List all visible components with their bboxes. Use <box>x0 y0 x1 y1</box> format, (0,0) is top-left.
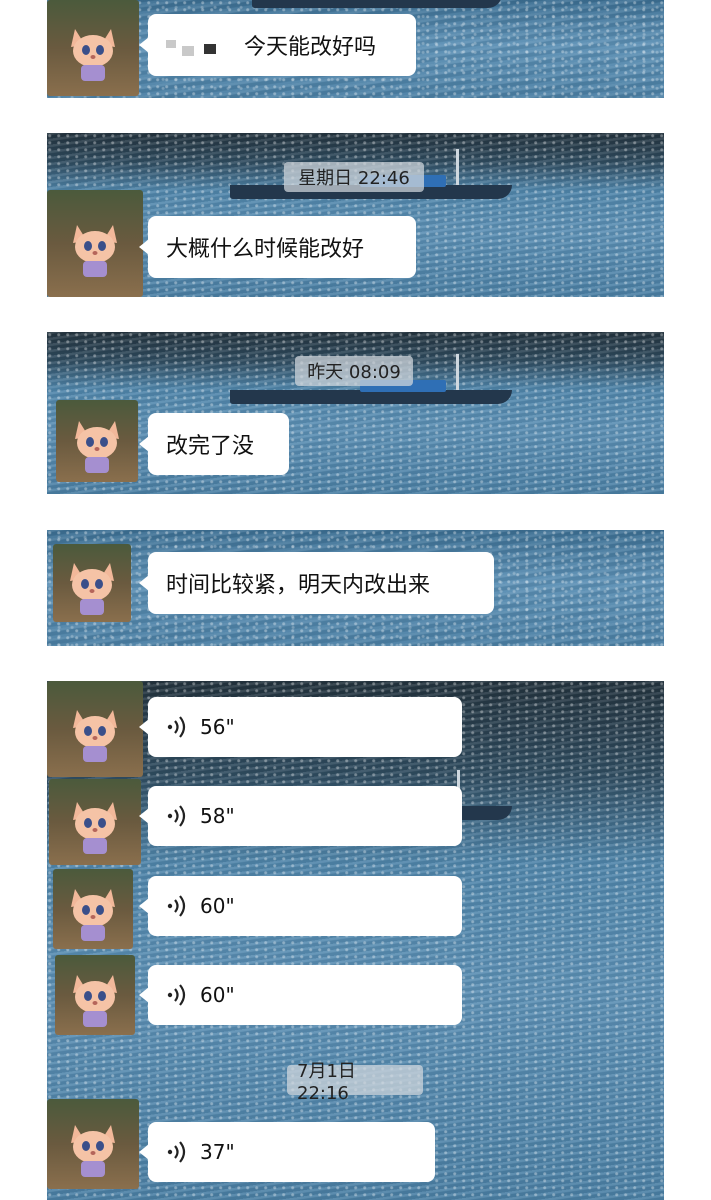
fox-avatar-icon <box>71 28 115 81</box>
message-bubble[interactable]: 时间比较紧，明天内改出来 <box>139 552 494 614</box>
voice-wave-icon <box>167 716 186 738</box>
voice-wave-icon <box>167 984 186 1006</box>
chat-panel-3: 昨天 08:09 改完了没 <box>47 332 664 494</box>
message-bubble[interactable]: 大概什么时候能改好 <box>139 216 416 278</box>
voice-wave-icon <box>167 805 186 827</box>
avatar[interactable] <box>47 190 143 297</box>
voice-duration: 56" <box>200 715 235 739</box>
boat-decoration <box>230 354 512 404</box>
avatar[interactable] <box>47 1099 139 1189</box>
voice-duration: 37" <box>200 1140 235 1164</box>
avatar[interactable] <box>49 779 141 865</box>
voice-duration: 60" <box>200 983 235 1007</box>
voice-message[interactable]: 58" <box>139 786 462 846</box>
timestamp: 昨天 08:09 <box>295 356 413 386</box>
fox-avatar-icon <box>71 1124 115 1177</box>
avatar[interactable] <box>47 0 139 96</box>
avatar[interactable] <box>55 955 135 1035</box>
chat-panel-1: 今天能改好吗 <box>47 0 664 98</box>
message-bubble[interactable]: 改完了没 <box>139 413 289 475</box>
avatar[interactable] <box>53 544 131 622</box>
message-text: 今天能改好吗 <box>244 35 377 60</box>
voice-message[interactable]: 60" <box>139 965 462 1025</box>
timestamp: 星期日 22:46 <box>284 162 424 192</box>
message-text: 时间比较紧，明天内改出来 <box>166 573 431 598</box>
chat-panel-2: 星期日 22:46 大概什么时候能改好 <box>47 133 664 297</box>
chat-panel-5: 56" 58" 60" 60" 7月1日 22:16 37" <box>47 681 664 1200</box>
chat-panel-4: 时间比较紧，明天内改出来 <box>47 530 664 646</box>
voice-wave-icon <box>167 895 186 917</box>
avatar[interactable] <box>53 869 133 949</box>
fox-avatar-icon <box>71 889 115 941</box>
boat-decoration <box>252 0 502 8</box>
message-bubble[interactable]: 今天能改好吗 <box>139 14 416 76</box>
voice-message[interactable]: 60" <box>139 876 462 936</box>
voice-duration: 60" <box>200 894 235 918</box>
fox-avatar-icon <box>73 224 117 277</box>
fox-avatar-icon <box>73 802 117 855</box>
avatar[interactable] <box>56 400 138 482</box>
fox-avatar-icon <box>73 709 117 762</box>
voice-message[interactable]: 56" <box>139 697 462 757</box>
voice-duration: 58" <box>200 804 235 828</box>
fox-avatar-icon <box>73 975 117 1027</box>
blurred-name <box>166 34 230 56</box>
fox-avatar-icon <box>75 421 119 474</box>
message-text: 改完了没 <box>166 434 255 459</box>
voice-message[interactable]: 37" <box>139 1122 435 1182</box>
avatar[interactable] <box>47 681 143 777</box>
voice-wave-icon <box>167 1141 186 1163</box>
message-text: 大概什么时候能改好 <box>166 237 365 262</box>
timestamp: 7月1日 22:16 <box>287 1061 423 1104</box>
fox-avatar-icon <box>70 562 114 615</box>
